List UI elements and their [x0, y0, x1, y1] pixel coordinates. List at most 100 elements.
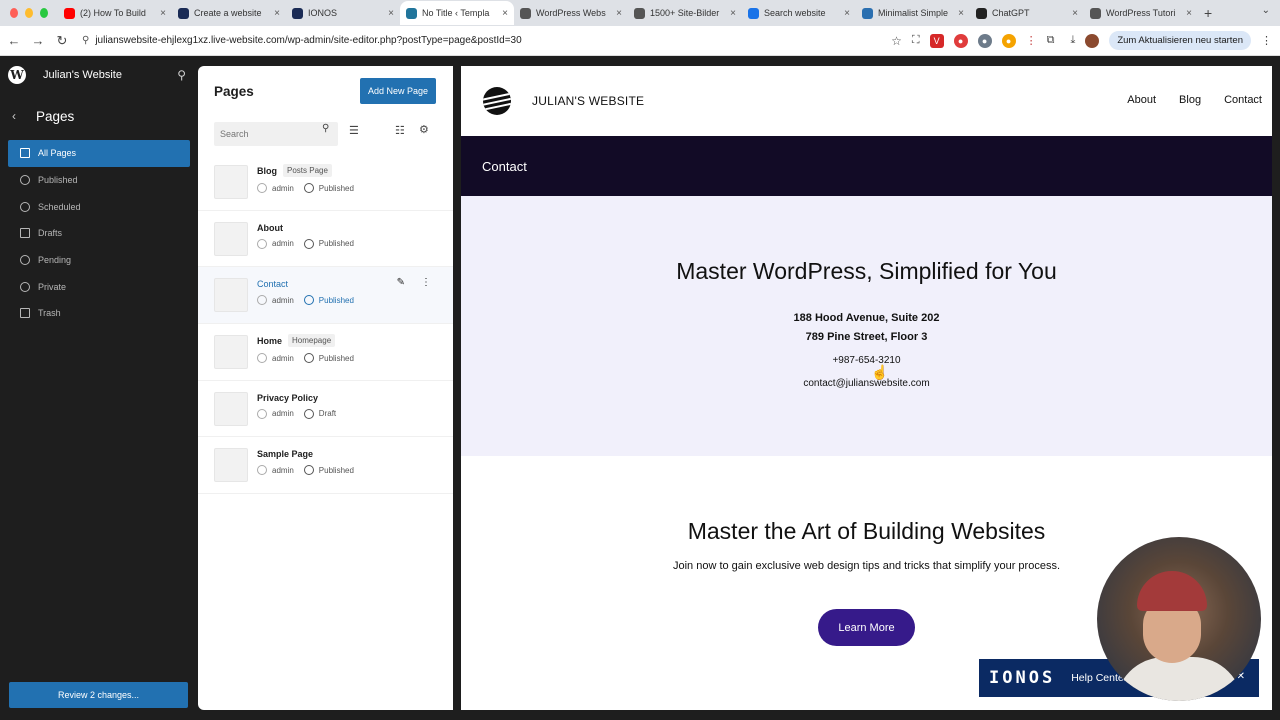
- pages-panel-header: Pages Add New Page: [198, 66, 453, 116]
- layout-list-icon[interactable]: ☷: [395, 124, 405, 137]
- browser-tab[interactable]: Search website ×: [742, 1, 856, 25]
- extension-grey-icon[interactable]: ●: [977, 33, 992, 48]
- page-title-link[interactable]: Home: [257, 336, 282, 346]
- page-thumbnail[interactable]: [214, 391, 248, 426]
- published-icon: [20, 175, 30, 186]
- url-field[interactable]: ⚲ julianswebsite-ehjlexg1xz.live-website…: [82, 35, 842, 46]
- site-brand: W Julian's Website ⚲: [0, 56, 198, 94]
- tab-close-icon[interactable]: ×: [388, 8, 394, 19]
- close-window-icon[interactable]: [10, 8, 18, 18]
- browser-tab[interactable]: Minimalist Simple ×: [856, 1, 970, 25]
- sidebar-item-scheduled[interactable]: Scheduled: [8, 193, 190, 220]
- browser-tab[interactable]: 1500+ Site-Bilder ×: [628, 1, 742, 25]
- back-arrow-icon[interactable]: ←: [2, 33, 26, 48]
- site-title: JULIAN'S WEBSITE: [532, 94, 645, 108]
- search-icon[interactable]: ⚲: [322, 123, 329, 134]
- pages-list-panel: Pages Add New Page Search ⚲ ☰ ☷ ⚙ Blog P…: [198, 66, 453, 710]
- tab-close-icon[interactable]: ×: [844, 8, 850, 19]
- browser-tab[interactable]: (2) How To Build ×: [58, 1, 172, 25]
- page-type-badge: Posts Page: [283, 164, 332, 178]
- sidebar-item-private[interactable]: Private: [8, 273, 190, 300]
- page-title-link[interactable]: Blog: [257, 166, 277, 176]
- minimize-window-icon[interactable]: [25, 8, 33, 18]
- page-title-link[interactable]: Contact: [257, 279, 288, 289]
- add-new-page-button[interactable]: Add New Page: [359, 78, 436, 104]
- search-placeholder: Search: [220, 129, 249, 139]
- tab-close-icon[interactable]: ×: [1072, 8, 1078, 19]
- tab-search-icon[interactable]: ⌄: [1262, 5, 1270, 16]
- screenshot-icon[interactable]: ⛶: [912, 34, 920, 47]
- sidebar-item-drafts[interactable]: Drafts: [8, 220, 190, 247]
- view-options-gear-icon[interactable]: ⚙: [419, 123, 429, 136]
- restart-to-update-button[interactable]: Zum Aktualisieren neu starten: [1109, 31, 1251, 50]
- tab-close-icon[interactable]: ×: [274, 8, 280, 19]
- sidebar-item-trash[interactable]: Trash: [8, 300, 190, 327]
- browser-tab[interactable]: WordPress Webs ×: [514, 1, 628, 25]
- sidebar-item-all-pages[interactable]: All Pages: [8, 140, 190, 167]
- download-icon[interactable]: ⤓: [1070, 34, 1075, 47]
- more-actions-icon[interactable]: ⋮: [421, 277, 431, 288]
- search-icon[interactable]: ⚲: [177, 68, 186, 82]
- profile-avatar[interactable]: [1085, 33, 1100, 48]
- learn-more-button[interactable]: Learn More: [818, 609, 915, 646]
- adblock-icon[interactable]: ●: [953, 33, 968, 48]
- page-thumbnail[interactable]: [214, 164, 248, 199]
- tab-close-icon[interactable]: ×: [1186, 8, 1192, 19]
- tab-close-icon[interactable]: ×: [616, 8, 622, 19]
- wordpress-logo-icon[interactable]: W: [8, 66, 26, 84]
- maximize-window-icon[interactable]: [40, 8, 48, 18]
- nav-link-blog[interactable]: Blog: [1179, 94, 1201, 106]
- nav-link-about[interactable]: About: [1127, 94, 1156, 106]
- nav-link-contact[interactable]: Contact: [1224, 94, 1262, 106]
- published-check-icon: [303, 353, 314, 364]
- bookmark-star-icon[interactable]: ☆: [891, 34, 902, 48]
- back-chevron-icon[interactable]: ‹: [12, 109, 36, 123]
- browser-tab[interactable]: IONOS ×: [286, 1, 400, 25]
- table-row[interactable]: About admin Published: [198, 211, 453, 268]
- browser-tab[interactable]: ChatGPT ×: [970, 1, 1084, 25]
- page-author: admin: [272, 239, 294, 249]
- table-row[interactable]: Home Homepage admin Published: [198, 324, 453, 381]
- page-title-link[interactable]: About: [257, 223, 283, 233]
- table-row[interactable]: Privacy Policy admin Draft: [198, 381, 453, 438]
- new-tab-icon[interactable]: +: [1204, 5, 1212, 21]
- browser-tab[interactable]: Create a website ×: [172, 1, 286, 25]
- page-thumbnail[interactable]: [214, 448, 248, 483]
- tab-close-icon[interactable]: ×: [730, 8, 736, 19]
- browser-menu-icon[interactable]: ⋮: [1261, 34, 1272, 47]
- sidebar-item-label: All Pages: [38, 148, 77, 159]
- page-title-link[interactable]: Sample Page: [257, 449, 313, 459]
- browser-tab[interactable]: WordPress Tutori ×: [1084, 1, 1198, 25]
- pages-filter-menu: All Pages Published Scheduled Drafts Pending…: [0, 140, 198, 327]
- review-changes-button[interactable]: Review 2 changes...: [9, 682, 188, 708]
- page-author: admin: [272, 353, 294, 363]
- extension-v-icon[interactable]: V: [929, 33, 944, 48]
- page-thumbnail[interactable]: [214, 334, 248, 369]
- page-thumbnail[interactable]: [214, 221, 248, 256]
- address-line-1: 188 Hood Avenue, Suite 202: [793, 312, 940, 324]
- site-name[interactable]: Julian's Website: [43, 69, 122, 81]
- site-navigation: About Blog Contact: [1127, 94, 1272, 106]
- page-status: Draft: [318, 409, 337, 419]
- sidebar-item-published[interactable]: Published: [8, 167, 190, 194]
- table-row[interactable]: Contact admin Published ✎ ⋮: [198, 267, 453, 325]
- table-row[interactable]: Sample Page admin Published: [198, 437, 453, 495]
- extension-orange-icon[interactable]: ●: [1001, 33, 1016, 48]
- edit-pencil-icon[interactable]: ✎: [397, 277, 405, 288]
- table-row[interactable]: Blog Posts Page admin Published: [198, 154, 453, 211]
- site-info-icon[interactable]: ⚲: [82, 35, 89, 46]
- search-input[interactable]: Search: [214, 122, 338, 146]
- tab-close-icon[interactable]: ×: [502, 8, 508, 19]
- reload-icon[interactable]: ↻: [50, 33, 74, 49]
- forward-arrow-icon[interactable]: →: [26, 33, 50, 48]
- page-title-link[interactable]: Privacy Policy: [257, 393, 318, 403]
- browser-tab[interactable]: No Title ‹ Templa ×: [400, 1, 514, 25]
- extensions-puzzle-icon[interactable]: ⧉: [1047, 34, 1055, 47]
- extension-dots-icon[interactable]: ⋮: [1026, 34, 1037, 47]
- tab-close-icon[interactable]: ×: [958, 8, 964, 19]
- sidebar-item-pending[interactable]: Pending: [8, 247, 190, 274]
- filter-icon[interactable]: ☰: [349, 124, 359, 137]
- page-thumbnail[interactable]: [214, 278, 248, 313]
- page-status: Published: [318, 295, 354, 305]
- tab-close-icon[interactable]: ×: [160, 8, 166, 19]
